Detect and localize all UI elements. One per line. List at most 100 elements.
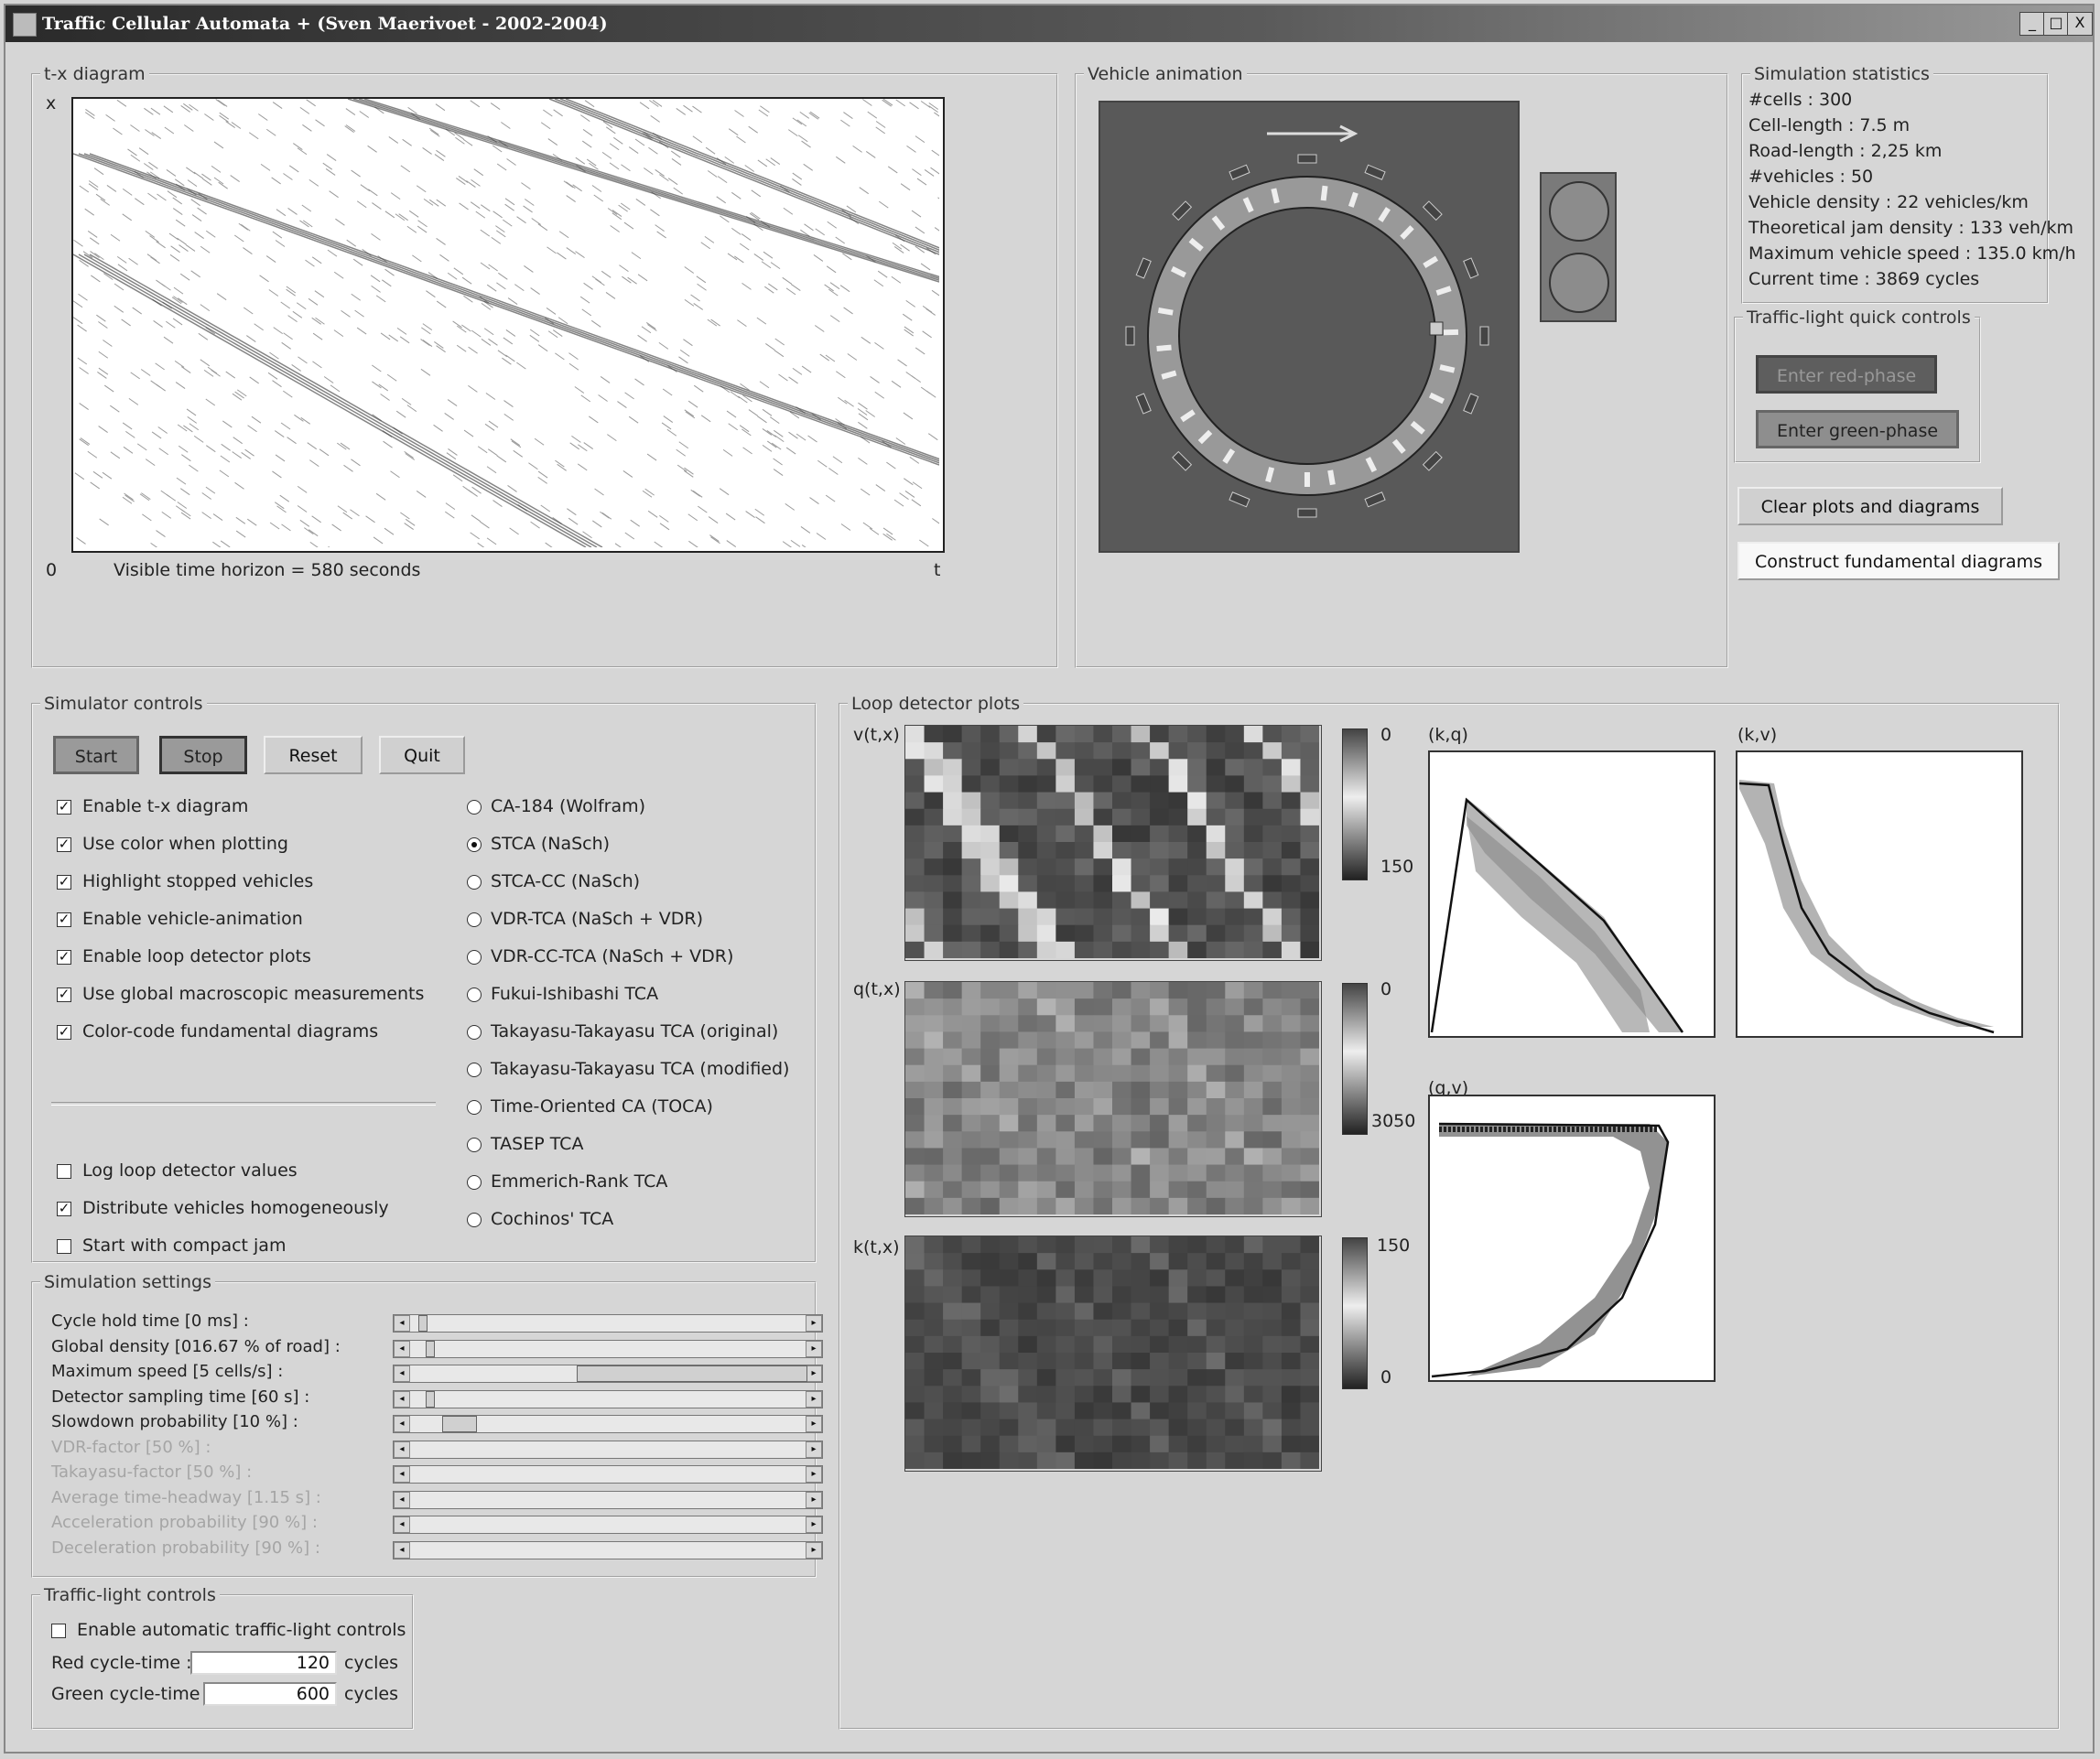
kv-diagram-plot (1738, 780, 1995, 1034)
slider-thumb[interactable] (577, 1365, 807, 1382)
setting-label: Maximum speed [5 cells/s] : (51, 1362, 284, 1381)
option-checkbox[interactable]: ✓ (57, 912, 71, 927)
slider-left-arrow-icon[interactable]: ◂ (394, 1541, 410, 1559)
option-checkbox[interactable]: ✓ (57, 1202, 71, 1216)
slider-right-arrow-icon[interactable]: ▸ (806, 1466, 822, 1483)
slider-thumb[interactable] (426, 1340, 435, 1357)
slider-left-arrow-icon[interactable]: ◂ (394, 1466, 410, 1483)
slider-right-arrow-icon[interactable]: ▸ (806, 1416, 822, 1432)
traffic-light-quick-panel: Traffic-light quick controls Enter red-p… (1734, 308, 1981, 463)
slider-right-arrow-icon[interactable]: ▸ (806, 1340, 822, 1357)
setting-slider[interactable]: ◂ ▸ (393, 1365, 823, 1383)
kq-plot-label: (k,q) (1428, 725, 1468, 745)
setting-slider: ◂ ▸ (393, 1540, 823, 1559)
slider-right-arrow-icon[interactable]: ▸ (806, 1541, 822, 1559)
qv-diagram (1428, 1095, 1716, 1382)
model-radio[interactable] (467, 1025, 482, 1040)
start-button[interactable]: Start (53, 736, 139, 774)
model-radio-label: Takayasu-Takayasu TCA (original) (491, 1021, 779, 1041)
slider-right-arrow-icon[interactable]: ▸ (806, 1365, 822, 1382)
auto-traffic-light-checkbox[interactable] (51, 1624, 66, 1638)
title-bar[interactable]: Traffic Cellular Automata + (Sven Maeriv… (5, 5, 2093, 42)
model-radio[interactable] (467, 875, 482, 890)
slider-right-arrow-icon[interactable]: ▸ (806, 1390, 822, 1408)
red-cycle-unit: cycles (344, 1653, 399, 1673)
reset-button[interactable]: Reset (264, 736, 363, 774)
traffic-light-quick-legend: Traffic-light quick controls (1747, 308, 1971, 328)
model-radio[interactable] (467, 950, 482, 965)
option-checkbox[interactable]: ✓ (57, 800, 71, 815)
slider-left-arrow-icon[interactable]: ◂ (394, 1441, 410, 1458)
kv-diagram (1736, 750, 2023, 1038)
slider-right-arrow-icon[interactable]: ▸ (806, 1516, 822, 1533)
slider-thumb[interactable] (418, 1315, 428, 1332)
slider-left-arrow-icon[interactable]: ◂ (394, 1491, 410, 1508)
slider-left-arrow-icon[interactable]: ◂ (394, 1315, 410, 1332)
quit-button[interactable]: Quit (379, 736, 465, 774)
slider-right-arrow-icon[interactable]: ▸ (806, 1491, 822, 1508)
model-radio-label: STCA (NaSch) (491, 834, 611, 854)
model-radio[interactable] (467, 1138, 482, 1152)
statistic-line: Maximum vehicle speed : 135.0 km/h (1748, 243, 2076, 264)
slider-right-arrow-icon[interactable]: ▸ (806, 1441, 822, 1458)
model-radio[interactable] (467, 1063, 482, 1077)
statistic-line: Current time : 3869 cycles (1748, 269, 1980, 289)
q-colorbar (1342, 983, 1368, 1135)
slider-left-arrow-icon[interactable]: ◂ (394, 1340, 410, 1357)
k-plot-label: k(t,x) (853, 1237, 900, 1257)
setting-slider[interactable]: ◂ ▸ (393, 1389, 823, 1408)
option-checkbox[interactable]: ✓ (57, 950, 71, 965)
simulator-controls-legend: Simulator controls (44, 694, 203, 714)
model-radio[interactable] (467, 1213, 482, 1227)
setting-slider: ◂ ▸ (393, 1516, 823, 1534)
model-radio[interactable] (467, 1175, 482, 1190)
simulation-settings-panel: Simulation settings Cycle hold time [0 m… (31, 1272, 823, 1578)
setting-label: Average time-headway [1.15 s] : (51, 1487, 321, 1507)
enter-green-phase-button[interactable]: Enter green-phase (1756, 410, 1959, 448)
option-checkbox[interactable] (57, 1164, 71, 1179)
model-radio[interactable] (467, 1100, 482, 1115)
red-cycle-input[interactable]: 120 (190, 1651, 337, 1675)
green-cycle-input[interactable]: 600 (203, 1682, 337, 1706)
auto-traffic-light-label: Enable automatic traffic-light controls (77, 1620, 406, 1640)
option-checkbox-label: Enable t-x diagram (82, 796, 249, 816)
option-checkbox[interactable]: ✓ (57, 837, 71, 852)
model-radio[interactable] (467, 837, 482, 852)
tx-diagram-legend: t-x diagram (44, 64, 146, 84)
slider-left-arrow-icon[interactable]: ◂ (394, 1390, 410, 1408)
model-radio-label: Emmerich-Rank TCA (491, 1171, 668, 1192)
clear-plots-button[interactable]: Clear plots and diagrams (1737, 487, 2003, 525)
kv-plot-label: (k,v) (1737, 725, 1778, 745)
model-radio[interactable] (467, 800, 482, 815)
v-colorbar (1342, 728, 1368, 880)
option-checkbox-label: Log loop detector values (82, 1160, 298, 1181)
construct-diagrams-button[interactable]: Construct fundamental diagrams (1737, 542, 2060, 580)
q-heatmap (904, 981, 1322, 1217)
slider-left-arrow-icon[interactable]: ◂ (394, 1516, 410, 1533)
v-heatmap-plot (905, 726, 1320, 959)
minimize-button[interactable]: _ (2019, 12, 2045, 36)
slider-thumb[interactable] (442, 1416, 477, 1432)
app-icon (13, 13, 37, 37)
setting-slider[interactable]: ◂ ▸ (393, 1415, 823, 1433)
slider-thumb[interactable] (426, 1390, 435, 1408)
enter-red-phase-button[interactable]: Enter red-phase (1756, 355, 1937, 394)
option-checkbox[interactable]: ✓ (57, 875, 71, 890)
slider-right-arrow-icon[interactable]: ▸ (806, 1315, 822, 1332)
statistic-line: Theoretical jam density : 133 veh/km (1748, 218, 2073, 238)
model-radio[interactable] (467, 987, 482, 1002)
statistic-line: Road-length : 2,25 km (1748, 141, 1943, 161)
slider-left-arrow-icon[interactable]: ◂ (394, 1365, 410, 1382)
close-button[interactable]: X (2067, 12, 2093, 36)
slider-left-arrow-icon[interactable]: ◂ (394, 1416, 410, 1432)
option-checkbox[interactable]: ✓ (57, 1025, 71, 1040)
option-checkbox[interactable]: ✓ (57, 987, 71, 1002)
stop-button[interactable]: Stop (159, 736, 247, 774)
option-checkbox[interactable] (57, 1239, 71, 1254)
model-radio[interactable] (467, 912, 482, 927)
maximize-button[interactable]: □ (2043, 12, 2069, 36)
setting-slider[interactable]: ◂ ▸ (393, 1339, 823, 1358)
setting-slider: ◂ ▸ (393, 1490, 823, 1509)
tx-x-axis-label: x (46, 93, 57, 113)
setting-slider[interactable]: ◂ ▸ (393, 1314, 823, 1333)
